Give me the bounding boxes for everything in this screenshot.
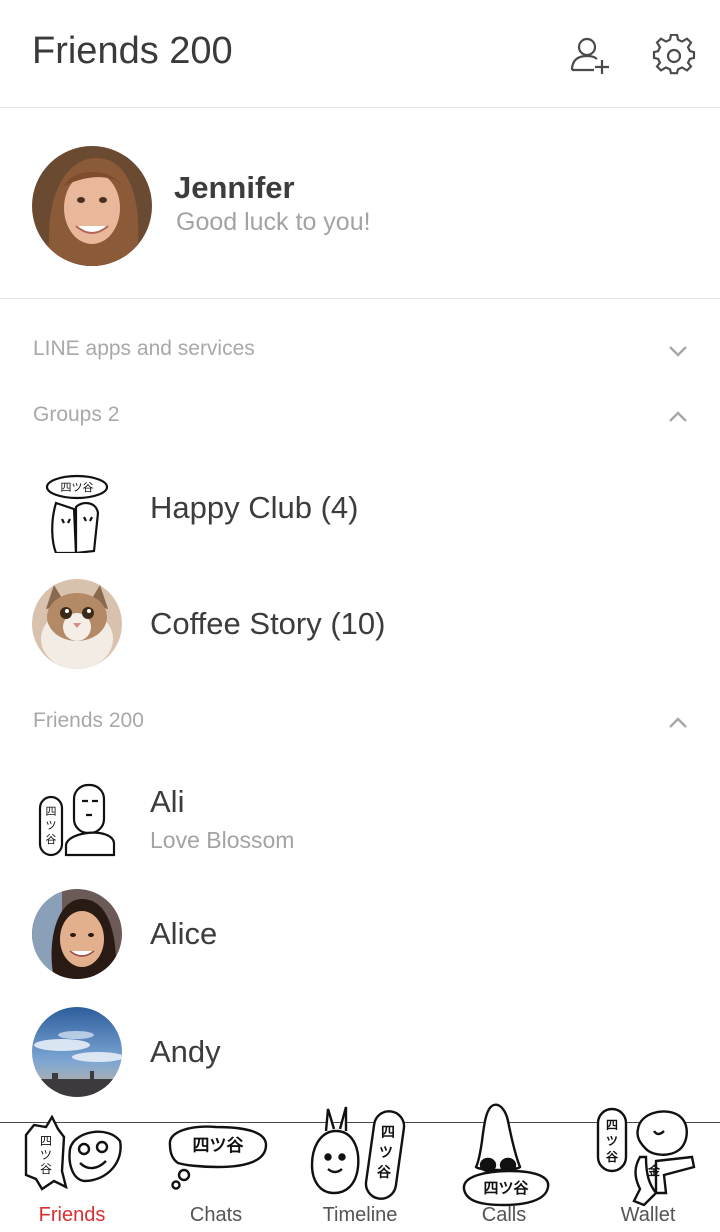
svg-text:ツ: ツ (606, 1134, 618, 1148)
svg-text:谷: 谷 (606, 1149, 619, 1164)
section-label: Friends 200 (33, 709, 144, 732)
friend-name: Alice (150, 916, 218, 951)
friend-row[interactable]: Alice (0, 878, 720, 990)
svg-text:ツ: ツ (40, 1148, 52, 1162)
gear-icon (652, 33, 696, 75)
tab-label: Wallet (620, 1204, 676, 1226)
svg-text:谷: 谷 (377, 1165, 392, 1181)
svg-text:四ツ谷: 四ツ谷 (483, 1179, 529, 1197)
svg-text:ツ: ツ (46, 819, 57, 832)
add-friend-icon (570, 37, 609, 74)
calls-sticker-icon: 四ツ谷 (462, 1103, 550, 1207)
chats-sticker-icon: 四ツ谷 (168, 1125, 268, 1190)
svg-text:谷: 谷 (40, 1162, 52, 1176)
svg-text:四: 四 (606, 1118, 618, 1132)
svg-text:四: 四 (40, 1134, 52, 1148)
tab-label: Calls (481, 1204, 527, 1226)
tab-label: Timeline (322, 1204, 398, 1226)
friend-avatar: 四 ツ 谷 (32, 771, 122, 861)
profile-name: Jennifer (174, 170, 295, 205)
svg-text:四ツ谷: 四ツ谷 (61, 481, 94, 494)
timeline-sticker-icon: 四 ツ 谷 (310, 1106, 406, 1200)
friend-avatar (32, 1007, 122, 1097)
group-name: Happy Club (4) (150, 490, 359, 525)
svg-text:四: 四 (381, 1125, 395, 1141)
tab-label: Friends (38, 1204, 106, 1226)
group-name: Coffee Story (10) (150, 606, 386, 641)
svg-text:ツ: ツ (379, 1145, 393, 1161)
chevron-up-icon (669, 411, 687, 422)
tab-label: Chats (189, 1204, 243, 1226)
tab-calls[interactable]: 四ツ谷 Calls (432, 1101, 576, 1232)
friends-sticker-icon: 四 ツ 谷 (24, 1114, 122, 1191)
add-friend-button[interactable] (568, 34, 612, 78)
settings-button[interactable] (652, 33, 696, 78)
profile-status-message: Good luck to you! (176, 208, 371, 236)
tab-chats[interactable]: 四ツ谷 Chats (144, 1101, 288, 1232)
svg-text:金: 金 (647, 1163, 661, 1178)
group-row[interactable]: Coffee Story (10) (0, 568, 720, 680)
group-row[interactable]: 四ツ谷 Happy Club (4) (0, 452, 720, 564)
my-profile-row[interactable]: Jennifer Good luck to you! (0, 108, 720, 299)
tab-friends[interactable]: 四 ツ 谷 Friends (0, 1101, 144, 1232)
friend-avatar (32, 889, 122, 979)
my-avatar (32, 146, 152, 266)
header: Friends 200 (0, 0, 720, 108)
friend-row[interactable]: 四 ツ 谷 Ali Love Blossom (0, 760, 720, 872)
friend-row[interactable]: Andy (0, 996, 720, 1108)
section-line-apps[interactable]: LINE apps and services (0, 325, 720, 375)
wallet-sticker-icon: 四 ツ 谷 金 (596, 1107, 696, 1207)
group-avatar: 四ツ谷 (32, 463, 122, 553)
chevron-down-icon (669, 346, 687, 357)
section-groups[interactable]: Groups 2 (0, 391, 720, 441)
tab-timeline[interactable]: 四 ツ 谷 Timeline (288, 1101, 432, 1232)
svg-text:四: 四 (46, 805, 57, 818)
tab-wallet[interactable]: 四 ツ 谷 金 Wallet (576, 1101, 720, 1232)
section-friends[interactable]: Friends 200 (0, 697, 720, 747)
section-label: Groups 2 (33, 403, 120, 426)
page-title: Friends 200 (32, 30, 233, 72)
svg-text:谷: 谷 (46, 833, 57, 846)
friend-name: Andy (150, 1034, 221, 1069)
friend-name: Ali (150, 784, 185, 819)
group-avatar (32, 579, 122, 669)
section-label: LINE apps and services (33, 337, 255, 360)
svg-text:四ツ谷: 四ツ谷 (193, 1136, 245, 1156)
bottom-tab-bar: 四 ツ 谷 Friends 四ツ谷 Chats 四 ツ 谷 Timeline 四… (0, 1103, 720, 1232)
chevron-up-icon (669, 717, 687, 728)
friend-status-message: Love Blossom (150, 827, 295, 853)
